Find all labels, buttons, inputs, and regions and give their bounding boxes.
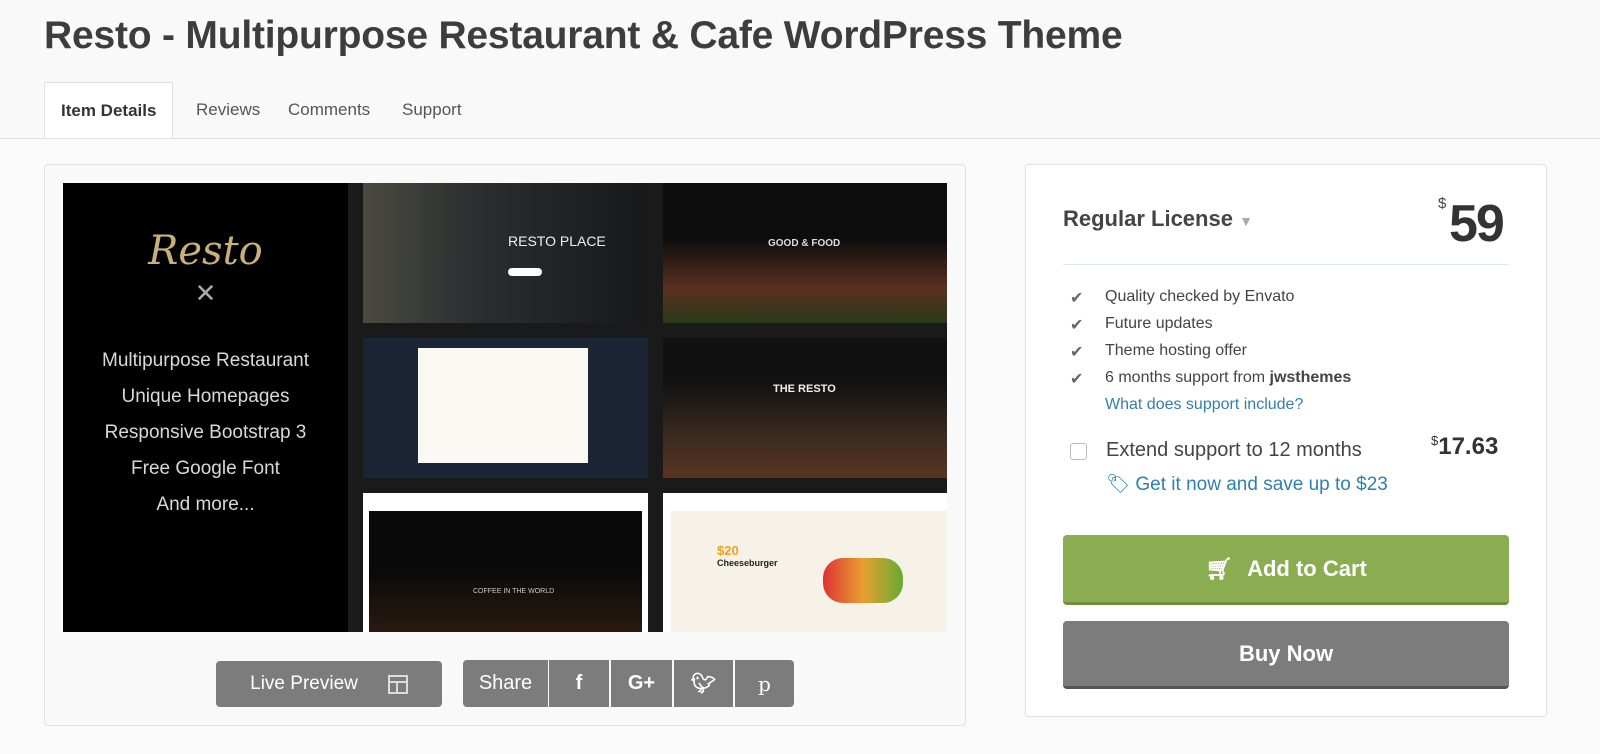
add-to-cart-button[interactable]: 🛒︎ Add to Cart — [1063, 535, 1509, 605]
share-label: Share — [463, 660, 548, 707]
extend-price: 17.63 — [1438, 433, 1499, 460]
resto-logo: Resto — [148, 228, 263, 274]
thumb-heading: Cheeseburger — [717, 558, 778, 568]
check-icon: ✔ — [1070, 371, 1084, 388]
license-select[interactable]: Regular License ▼ — [1063, 206, 1253, 232]
tab-support[interactable]: Support — [402, 84, 462, 140]
support-info-link[interactable]: What does support include? — [1105, 396, 1303, 414]
thumb-heading: RESTO PLACE — [508, 233, 606, 249]
page-title: Resto - Multipurpose Restaurant & Cafe W… — [44, 14, 1123, 57]
divider — [1063, 264, 1509, 265]
author-name: jwsthemes — [1269, 369, 1352, 386]
feature-text: Unique Homepages — [121, 386, 290, 407]
save-link[interactable]: 🏷︎ Get it now and save up to $23 — [1106, 472, 1388, 496]
tab-reviews[interactable]: Reviews — [196, 84, 260, 140]
add-to-cart-label: Add to Cart — [1247, 555, 1367, 581]
cutlery-icon: ✕ — [194, 278, 217, 308]
thumb-home-4: THE RESTO — [663, 338, 947, 478]
feature-item: Future updates — [1105, 315, 1213, 332]
tab-item-details[interactable]: Item Details — [44, 82, 174, 138]
pinterest-icon[interactable]: p — [735, 660, 794, 707]
feature-text: Responsive Bootstrap 3 — [104, 422, 307, 443]
feature-text: Free Google Font — [131, 458, 280, 479]
thumb-price: $20 — [717, 543, 739, 558]
preview-intro-panel: Resto ✕ Multipurpose Restaurant Unique H… — [63, 183, 348, 632]
layout-icon — [387, 674, 408, 694]
license-label: Regular License — [1063, 206, 1233, 231]
thumb-home-6: $20 Cheeseburger — [663, 493, 947, 632]
feature-text: Multipurpose Restaurant — [102, 350, 309, 371]
thumb-heading: COFFEE IN THE WORLD — [473, 588, 555, 595]
check-icon: ✔ — [1070, 290, 1084, 307]
preview-image[interactable]: Resto ✕ Multipurpose Restaurant Unique H… — [63, 183, 947, 632]
extend-support-checkbox[interactable] — [1070, 443, 1087, 460]
thumb-home-5: COFFEE IN THE WORLD — [363, 493, 648, 632]
buy-now-button[interactable]: Buy Now — [1063, 621, 1509, 689]
live-preview-button[interactable]: Live Preview — [216, 661, 442, 707]
tab-comments[interactable]: Comments — [288, 84, 370, 140]
currency-symbol: $ — [1438, 195, 1447, 212]
twitter-icon[interactable]: 🐦︎ — [674, 660, 733, 707]
feature-text: And more... — [156, 494, 255, 515]
check-icon: ✔ — [1070, 317, 1084, 334]
feature-item: 6 months support from jwsthemes — [1105, 369, 1351, 387]
check-icon: ✔ — [1070, 344, 1084, 361]
page-header: Resto - Multipurpose Restaurant & Cafe W… — [0, 0, 1600, 139]
thumb-home-1: RESTO PLACE — [363, 183, 648, 323]
feature-item: Theme hosting offer — [1105, 342, 1248, 359]
save-link-label: Get it now and save up to $23 — [1135, 474, 1388, 495]
facebook-icon[interactable]: f — [549, 660, 609, 707]
cart-icon: 🛒︎ — [1205, 555, 1234, 581]
feature-item: Quality checked by Envato — [1105, 288, 1295, 305]
tag-icon: 🏷︎ — [1106, 474, 1131, 495]
price: 59 — [1449, 195, 1505, 253]
live-preview-label: Live Preview — [250, 673, 358, 694]
thumb-home-3 — [363, 338, 648, 478]
google-plus-icon[interactable]: G+ — [611, 660, 672, 707]
support-text: 6 months support from — [1105, 369, 1270, 386]
extend-support-label[interactable]: Extend support to 12 months — [1106, 439, 1362, 462]
caret-down-icon: ▼ — [1239, 213, 1253, 229]
thumb-heading: GOOD & FOOD — [768, 238, 841, 249]
thumb-heading: THE RESTO — [773, 383, 836, 395]
thumb-home-2: GOOD & FOOD — [663, 183, 947, 323]
